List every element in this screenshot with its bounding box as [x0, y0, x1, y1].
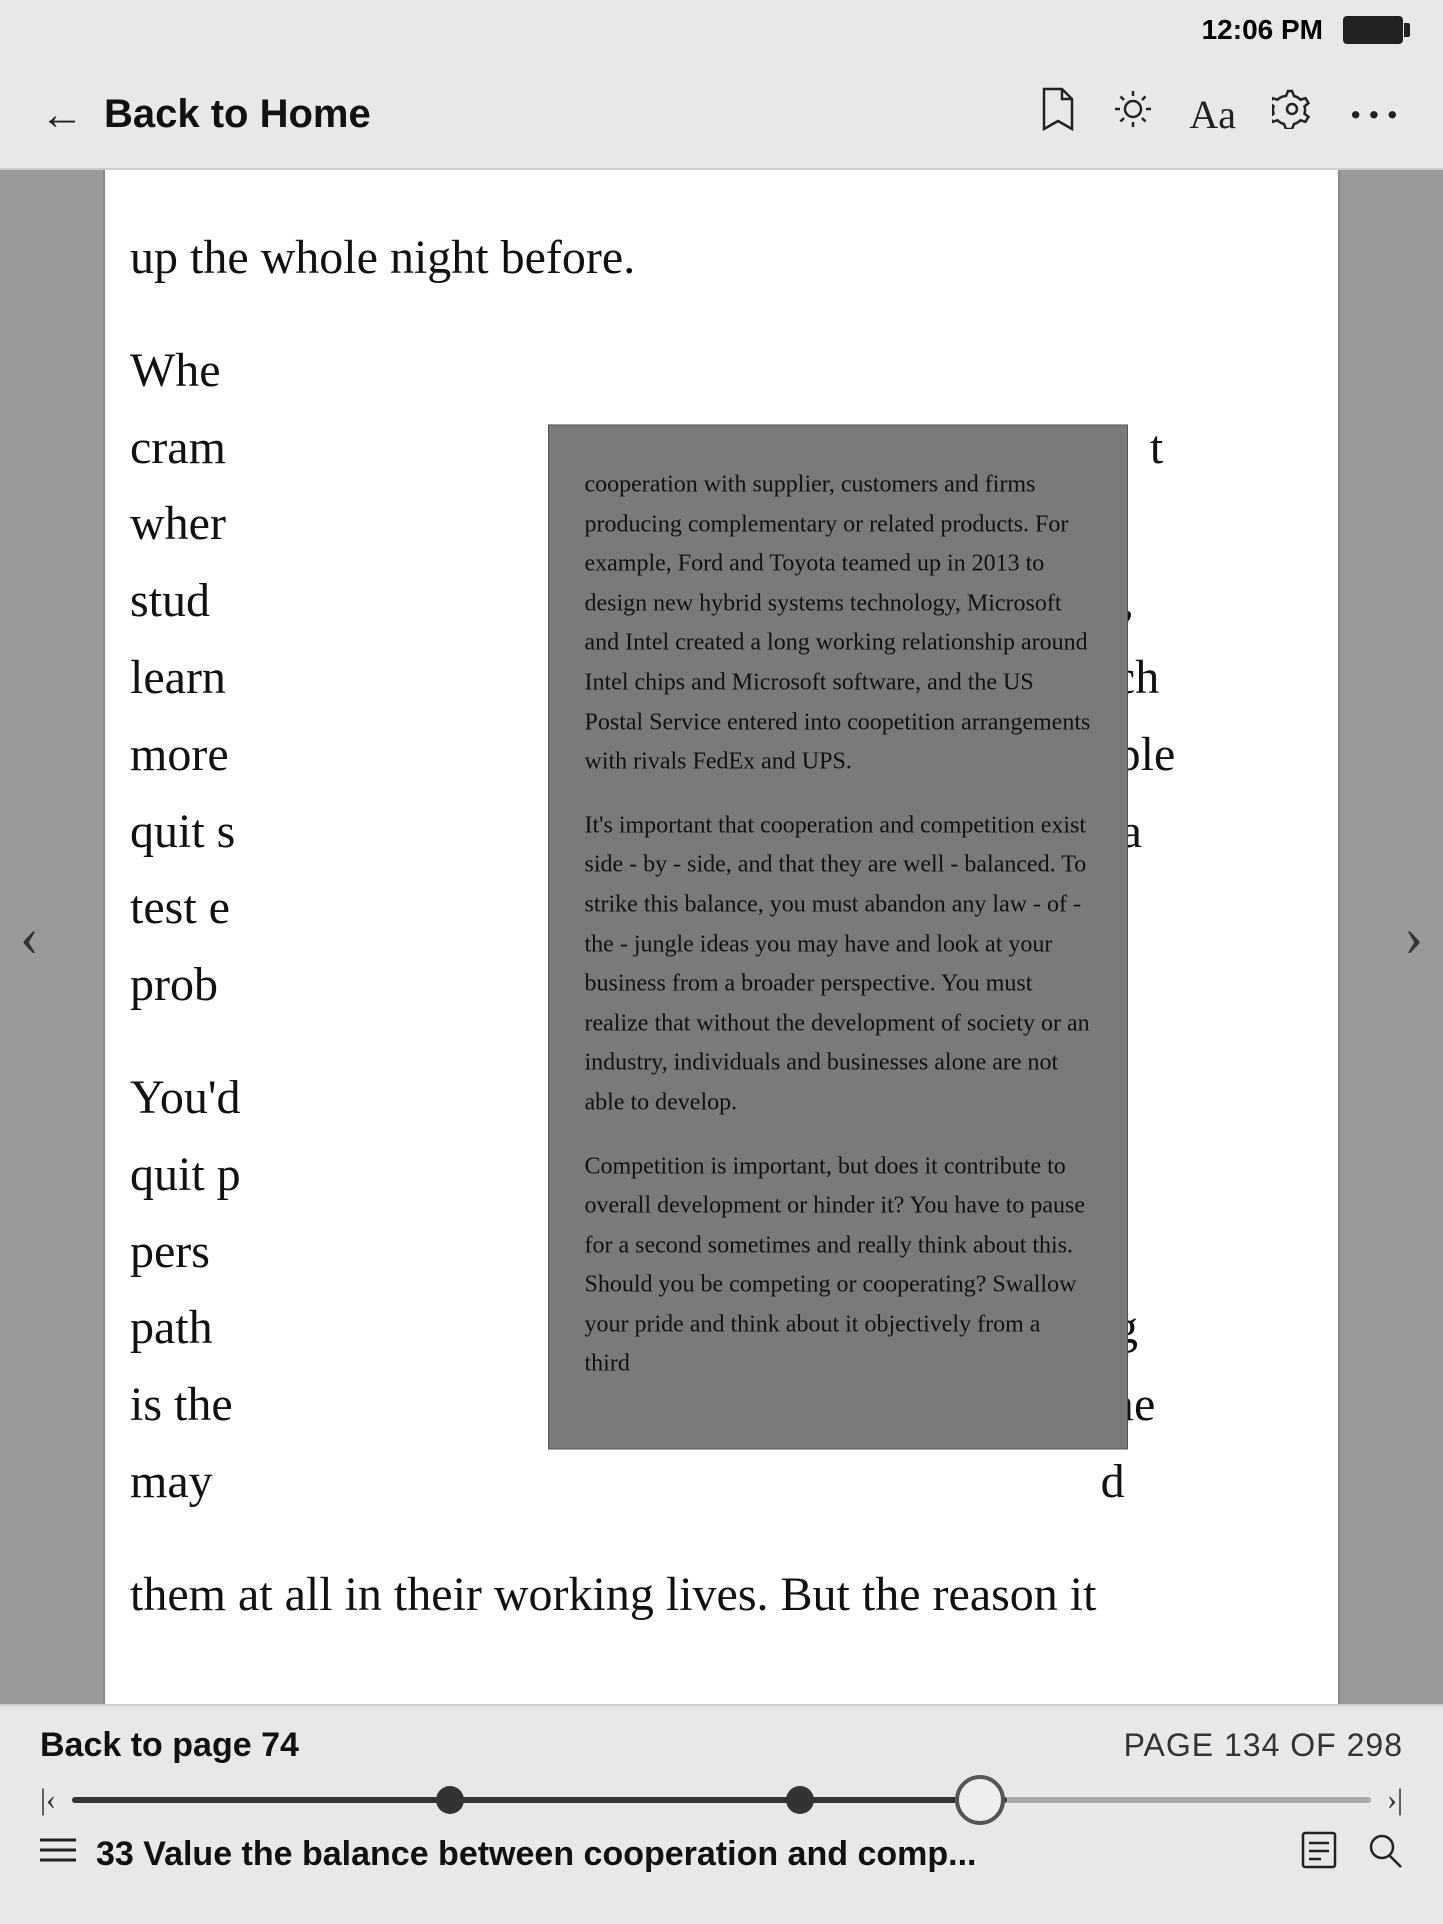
next-page-arrow[interactable]: ›: [1404, 905, 1423, 969]
font-size-icon[interactable]: Aa: [1189, 91, 1236, 138]
bottom-top-row: Back to page 74 PAGE 134 OF 298: [40, 1726, 1403, 1765]
nav-right: Aa ···: [1039, 87, 1403, 141]
status-time: 12:06 PM: [1202, 14, 1323, 46]
chapter-list-icon[interactable]: [40, 1835, 76, 1874]
progress-end-icon[interactable]: ›|: [1387, 1783, 1403, 1817]
nav-bar: ← Back to Home Aa: [0, 60, 1443, 170]
bottom-bar: Back to page 74 PAGE 134 OF 298 |‹ ›| 33…: [0, 1704, 1443, 1924]
progress-row: |‹ ›|: [40, 1783, 1403, 1817]
settings-icon[interactable]: [1272, 89, 1312, 139]
brightness-icon[interactable]: [1113, 89, 1153, 139]
back-arrow-icon[interactable]: ←: [40, 89, 84, 140]
back-to-page-label[interactable]: Back to page 74: [40, 1726, 299, 1765]
popup-panel: cooperation with supplier, customers and…: [548, 424, 1128, 1449]
search-icon[interactable]: [1367, 1831, 1403, 1878]
side-panel-right: [1338, 170, 1443, 1704]
status-bar: 12:06 PM: [0, 0, 1443, 60]
popup-paragraph-2: It's important that cooperation and comp…: [585, 806, 1091, 1123]
chapter-row: 33 Value the balance between cooperation…: [40, 1831, 1403, 1878]
bookmark-icon[interactable]: [1039, 87, 1077, 141]
progress-track[interactable]: [72, 1797, 1371, 1803]
popup-paragraph-1: cooperation with supplier, customers and…: [585, 465, 1091, 782]
reading-area: ‹ › up the whole night before. Whe cram: [0, 170, 1443, 1704]
progress-thumb-1[interactable]: [436, 1786, 464, 1814]
notes-icon[interactable]: [1301, 1831, 1337, 1878]
progress-thumb-2[interactable]: [786, 1786, 814, 1814]
progress-thumb-main[interactable]: [955, 1775, 1005, 1825]
nav-left: ← Back to Home: [40, 89, 371, 140]
text-line-bottom1: them at all in their working lives. But …: [130, 1557, 1313, 1634]
side-panel-left: [0, 170, 105, 1704]
page-info-label: PAGE 134 OF 298: [1124, 1727, 1403, 1764]
more-options-icon[interactable]: ···: [1348, 88, 1403, 141]
prev-page-arrow[interactable]: ‹: [20, 905, 39, 969]
text-line-top: up the whole night before.: [130, 220, 1313, 297]
chapter-icons-right: [1301, 1831, 1403, 1878]
chapter-title-label: 33 Value the balance between cooperation…: [96, 1835, 1281, 1874]
back-to-home-label[interactable]: Back to Home: [104, 92, 371, 137]
progress-start-icon[interactable]: |‹: [40, 1783, 56, 1817]
popup-paragraph-3: Competition is important, but does it co…: [585, 1147, 1091, 1385]
battery-icon: [1343, 16, 1403, 44]
